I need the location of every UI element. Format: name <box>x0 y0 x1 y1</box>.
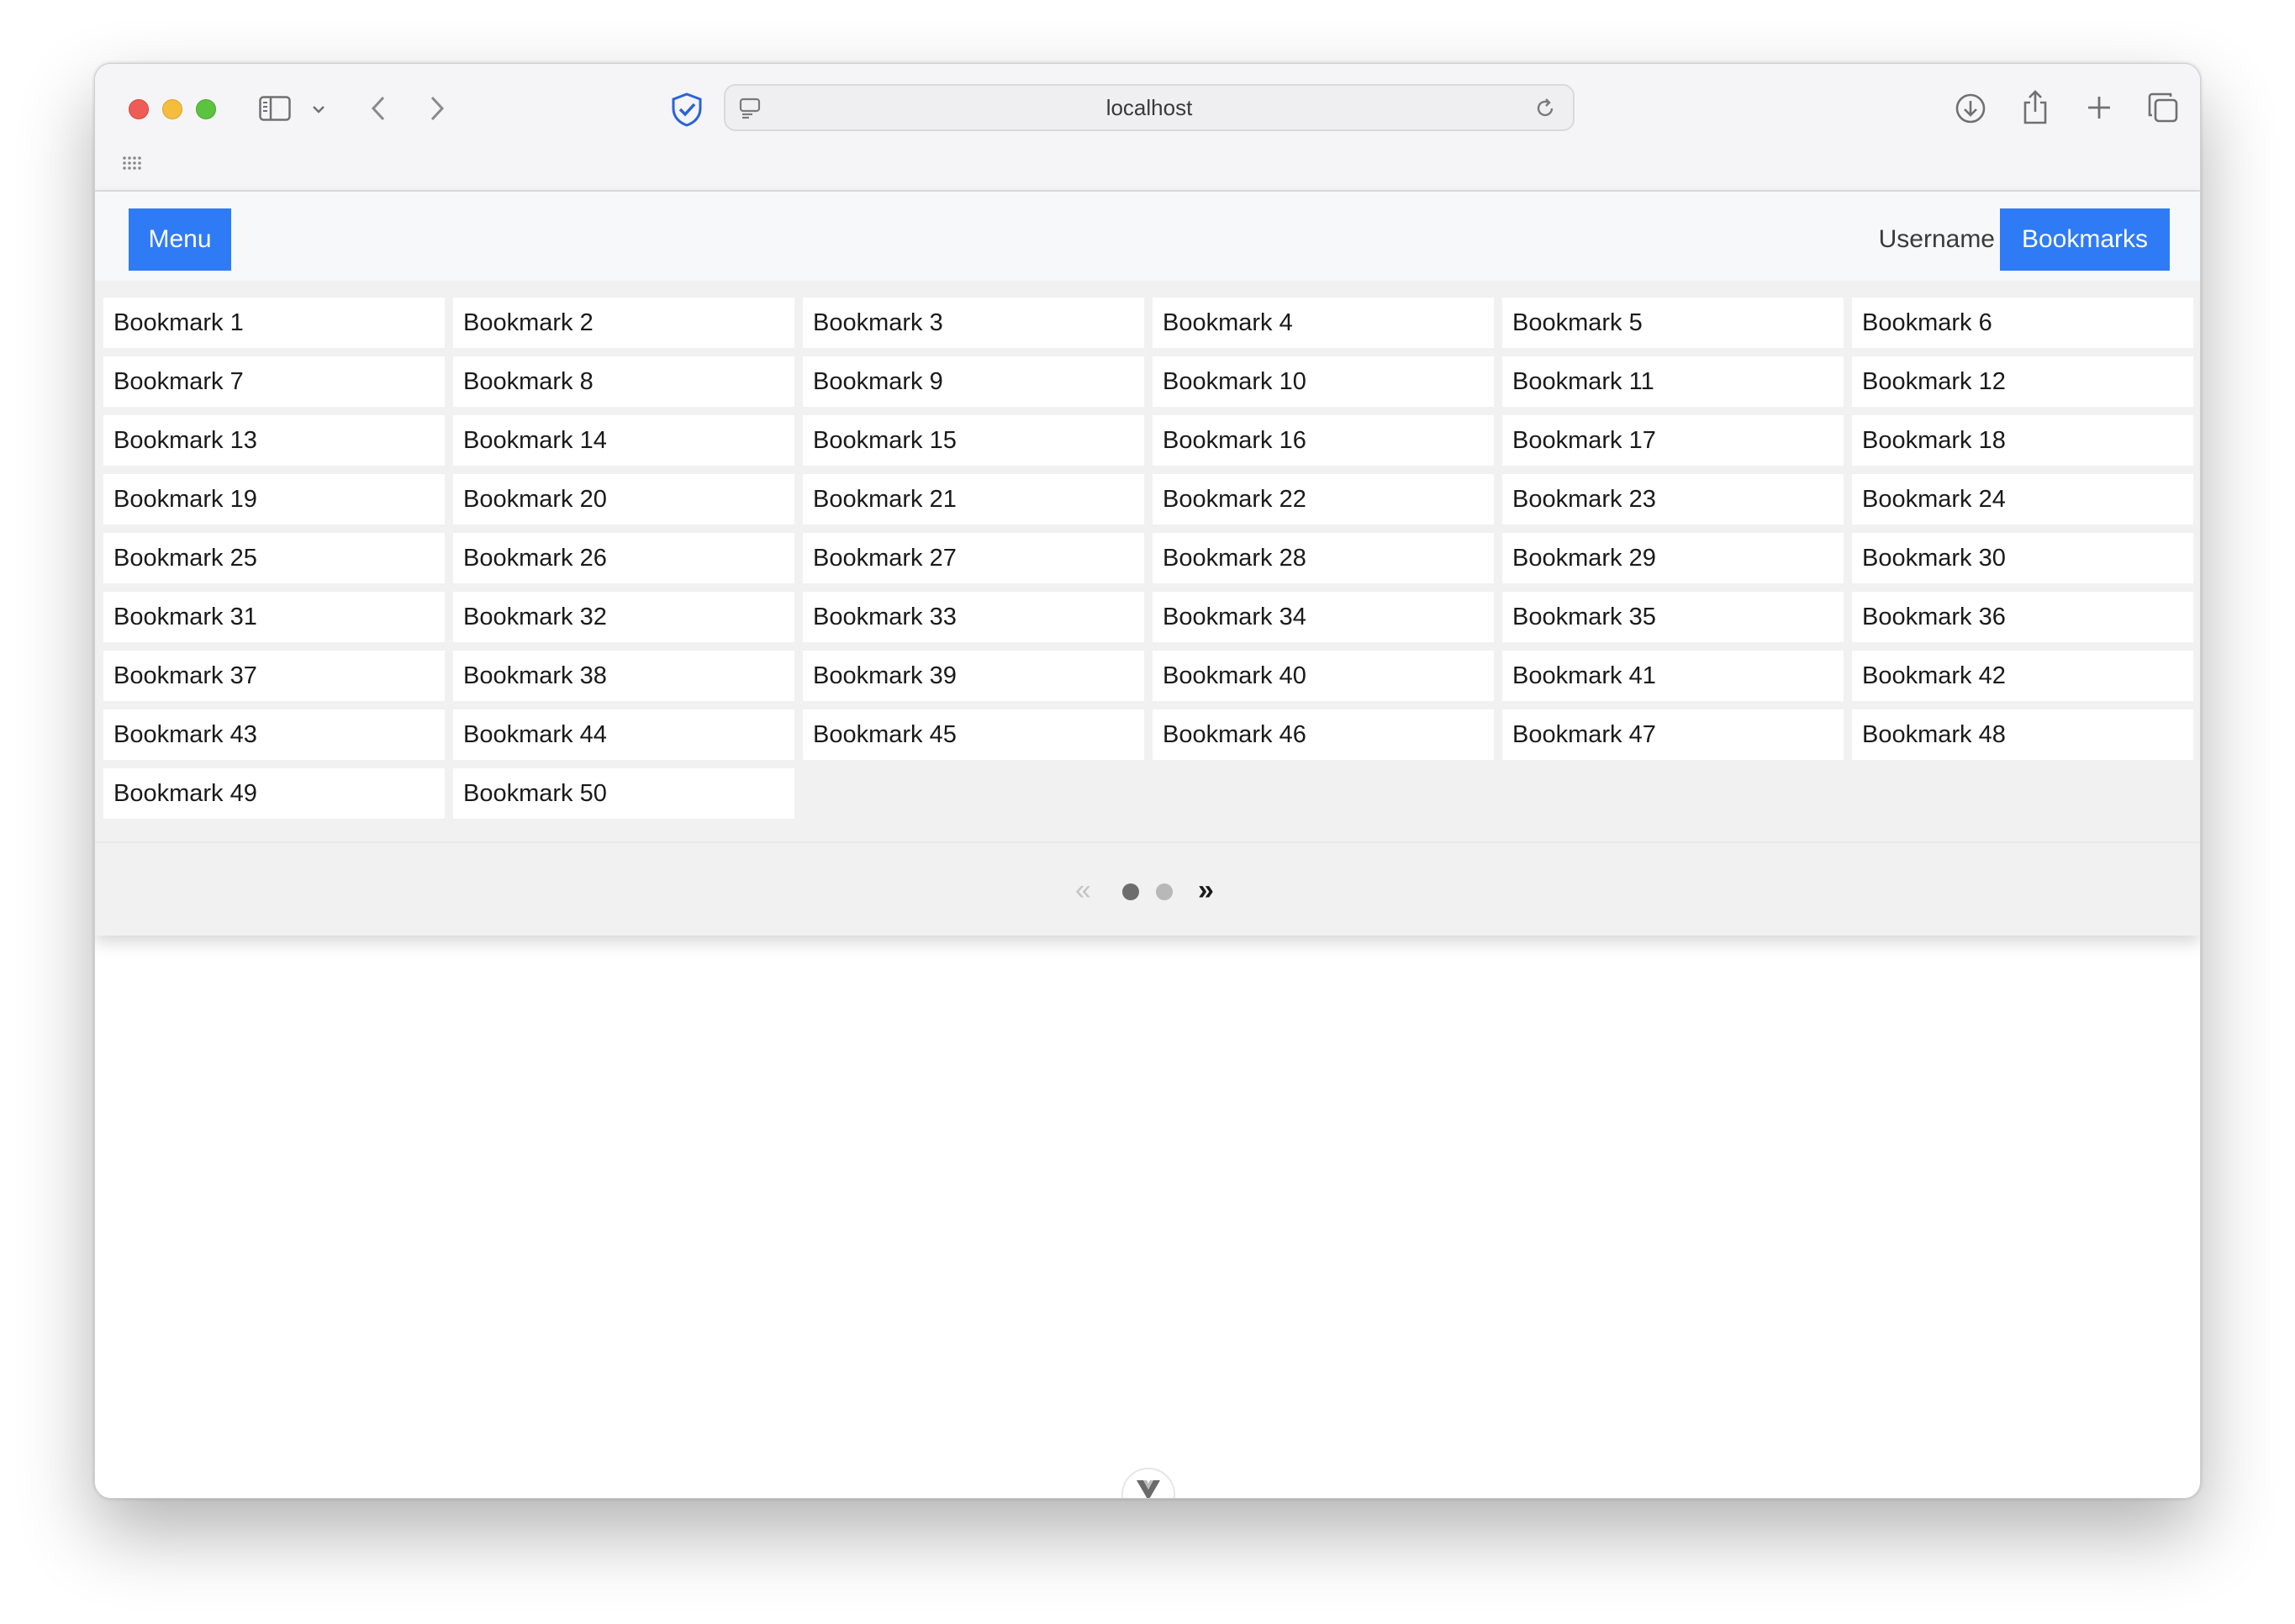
bookmark-item[interactable]: Bookmark 50 <box>453 768 794 819</box>
bookmark-item[interactable]: Bookmark 18 <box>1852 415 2193 466</box>
bookmark-item[interactable]: Bookmark 35 <box>1502 592 1844 642</box>
bookmark-item[interactable]: Bookmark 12 <box>1852 356 2193 407</box>
bookmark-item[interactable]: Bookmark 30 <box>1852 533 2193 583</box>
bookmark-item[interactable]: Bookmark 38 <box>453 651 794 701</box>
bookmark-item[interactable]: Bookmark 46 <box>1153 709 1494 760</box>
bookmark-item[interactable]: Bookmark 20 <box>453 474 794 525</box>
bookmark-item[interactable]: Bookmark 16 <box>1153 415 1494 466</box>
bookmark-item[interactable]: Bookmark 39 <box>803 651 1144 701</box>
bookmark-item[interactable]: Bookmark 45 <box>803 709 1144 760</box>
bookmark-item[interactable]: Bookmark 28 <box>1153 533 1494 583</box>
bookmark-item[interactable]: Bookmark 33 <box>803 592 1144 642</box>
bookmark-item[interactable]: Bookmark 17 <box>1502 415 1844 466</box>
bookmark-item[interactable]: Bookmark 32 <box>453 592 794 642</box>
forward-arrow-icon[interactable] <box>425 92 450 124</box>
bookmark-item[interactable]: Bookmark 31 <box>103 592 445 642</box>
page-dot-2[interactable] <box>1156 883 1173 900</box>
bookmark-item[interactable]: Bookmark 24 <box>1852 474 2193 525</box>
bookmark-item[interactable]: Bookmark 29 <box>1502 533 1844 583</box>
vue-devtools-icon[interactable] <box>1121 1468 1175 1498</box>
bookmark-item[interactable]: Bookmark 34 <box>1153 592 1494 642</box>
close-window-button[interactable] <box>129 99 149 119</box>
bookmark-item[interactable]: Bookmark 10 <box>1153 356 1494 407</box>
menu-button[interactable]: Menu <box>129 208 231 271</box>
bookmark-item[interactable]: Bookmark 43 <box>103 709 445 760</box>
grid-icon[interactable] <box>120 153 144 173</box>
bookmark-item[interactable]: Bookmark 47 <box>1502 709 1844 760</box>
bookmark-item[interactable]: Bookmark 40 <box>1153 651 1494 701</box>
bookmark-item[interactable]: Bookmark 27 <box>803 533 1144 583</box>
download-icon[interactable] <box>1953 91 1988 126</box>
bookmark-grid: Bookmark 1 Bookmark 2 Bookmark 3 Bookmark 4… <box>103 298 2193 819</box>
bookmark-item[interactable]: Bookmark 23 <box>1502 474 1844 525</box>
reload-icon[interactable] <box>1533 96 1558 121</box>
back-arrow-icon[interactable] <box>366 92 391 124</box>
bookmark-item[interactable]: Bookmark 13 <box>103 415 445 466</box>
bookmark-item[interactable]: Bookmark 3 <box>803 298 1144 348</box>
page-dot-1-active[interactable] <box>1122 883 1139 900</box>
bookmark-item[interactable]: Bookmark 41 <box>1502 651 1844 701</box>
bookmark-item[interactable]: Bookmark 36 <box>1852 592 2193 642</box>
bookmark-item[interactable]: Bookmark 2 <box>453 298 794 348</box>
bookmark-item[interactable]: Bookmark 8 <box>453 356 794 407</box>
address-bar[interactable]: localhost <box>724 84 1575 131</box>
next-page-button[interactable]: » <box>1198 843 1214 937</box>
bookmark-item[interactable]: Bookmark 49 <box>103 768 445 819</box>
page-content: Menu Username Bookmarks Bookmark 1 Bookma… <box>95 192 2200 1498</box>
username-label[interactable]: Username <box>1860 208 1995 271</box>
bookmark-item[interactable]: Bookmark 14 <box>453 415 794 466</box>
pagination: « » <box>95 841 2200 936</box>
bookmark-item[interactable]: Bookmark 42 <box>1852 651 2193 701</box>
privacy-shield-icon[interactable] <box>668 91 705 128</box>
bookmark-item[interactable]: Bookmark 25 <box>103 533 445 583</box>
bookmark-item[interactable]: Bookmark 48 <box>1852 709 2193 760</box>
bookmark-item[interactable]: Bookmark 5 <box>1502 298 1844 348</box>
browser-window: localhost Menu Username Bookmarks Bookma… <box>94 63 2201 1499</box>
bookmark-item[interactable]: Bookmark 4 <box>1153 298 1494 348</box>
bookmark-item[interactable]: Bookmark 37 <box>103 651 445 701</box>
bookmark-item[interactable]: Bookmark 1 <box>103 298 445 348</box>
bookmarks-button[interactable]: Bookmarks <box>2000 208 2170 271</box>
bookmark-item[interactable]: Bookmark 6 <box>1852 298 2193 348</box>
tab-overview-icon[interactable] <box>2146 91 2180 124</box>
bookmark-item[interactable]: Bookmark 21 <box>803 474 1144 525</box>
address-text: localhost <box>1105 94 1193 120</box>
share-icon[interactable] <box>2018 87 2052 126</box>
bookmark-item[interactable]: Bookmark 22 <box>1153 474 1494 525</box>
bookmark-item[interactable]: Bookmark 15 <box>803 415 1144 466</box>
minimize-window-button[interactable] <box>162 99 182 119</box>
chevron-down-icon[interactable] <box>310 101 327 118</box>
bookmark-item[interactable]: Bookmark 44 <box>453 709 794 760</box>
browser-toolbar: localhost <box>95 64 2200 192</box>
sidebar-icon[interactable] <box>258 94 292 123</box>
prev-page-button[interactable]: « <box>1075 843 1091 937</box>
bookmark-item[interactable]: Bookmark 9 <box>803 356 1144 407</box>
app-container: Menu Username Bookmarks Bookmark 1 Bookma… <box>95 192 2200 936</box>
app-header: Menu Username Bookmarks <box>95 192 2200 281</box>
bookmark-item[interactable]: Bookmark 7 <box>103 356 445 407</box>
bookmark-item[interactable]: Bookmark 26 <box>453 533 794 583</box>
bookmark-item[interactable]: Bookmark 19 <box>103 474 445 525</box>
maximize-window-button[interactable] <box>196 99 216 119</box>
bookmark-item[interactable]: Bookmark 11 <box>1502 356 1844 407</box>
new-tab-icon[interactable] <box>2084 92 2114 123</box>
